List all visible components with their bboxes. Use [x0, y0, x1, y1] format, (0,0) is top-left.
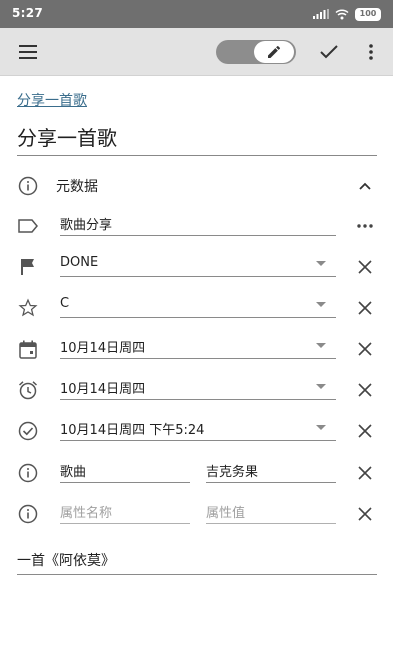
scheduled-value: 10月14日周四	[60, 341, 146, 356]
pencil-icon	[268, 45, 281, 58]
new-property-row: 属性名称 属性值	[0, 493, 393, 534]
close-icon	[358, 342, 372, 356]
deadline-dropdown[interactable]: 10月14日周四	[60, 372, 336, 400]
status-bar: 5:27 100	[0, 0, 393, 28]
more-vert-icon	[369, 44, 373, 60]
metadata-header[interactable]: 元数据	[0, 165, 393, 206]
signal-icon	[313, 9, 329, 19]
tags-field[interactable]: 歌曲分享	[60, 208, 336, 236]
state-dropdown[interactable]: DONE	[60, 249, 336, 277]
remove-new-property-button[interactable]	[354, 503, 376, 525]
more-horiz-icon[interactable]	[354, 215, 376, 237]
tags-row: 歌曲分享	[0, 205, 393, 246]
note-body-input[interactable]: 一首《阿依莫》	[17, 550, 377, 575]
property-value-input[interactable]: 吉克务果	[206, 455, 336, 483]
wifi-icon	[335, 8, 349, 19]
alarm-clock-icon	[17, 379, 39, 401]
breadcrumb-link[interactable]: 分享一首歌	[17, 90, 87, 110]
edit-mode-toggle[interactable]	[216, 40, 296, 64]
check-circle-icon	[17, 420, 39, 442]
battery-icon: 100	[355, 7, 381, 21]
state-row: DONE	[0, 246, 393, 287]
deadline-row: 10月14日周四	[0, 369, 393, 410]
dropdown-arrow-icon	[316, 343, 326, 348]
new-property-value-input[interactable]: 属性值	[206, 496, 336, 524]
note-title-input[interactable]: 分享一首歌	[17, 122, 377, 156]
remove-property-button[interactable]	[354, 462, 376, 484]
close-icon	[358, 507, 372, 521]
close-icon	[358, 301, 372, 315]
property-name-input[interactable]: 歌曲	[60, 455, 190, 483]
priority-value: C	[60, 296, 70, 311]
deadline-value: 10月14日周四	[60, 382, 146, 397]
more-options-button[interactable]	[357, 38, 385, 66]
check-icon	[320, 45, 338, 59]
dropdown-arrow-icon	[316, 302, 326, 307]
close-icon	[358, 260, 372, 274]
tag-icon	[17, 215, 39, 237]
closed-dropdown[interactable]: 10月14日周四 下午5:24	[60, 413, 336, 441]
clear-closed-button[interactable]	[354, 420, 376, 442]
scheduled-row: 10月14日周四	[0, 328, 393, 369]
clear-scheduled-button[interactable]	[354, 338, 376, 360]
status-icons: 100	[313, 7, 381, 21]
star-icon	[17, 297, 39, 319]
save-button[interactable]	[315, 38, 343, 66]
close-icon	[358, 466, 372, 480]
info-icon	[17, 503, 39, 525]
priority-row: C	[0, 287, 393, 328]
closed-row: 10月14日周四 下午5:24	[0, 410, 393, 451]
clear-priority-button[interactable]	[354, 297, 376, 319]
close-icon	[358, 383, 372, 397]
dropdown-arrow-icon	[316, 425, 326, 430]
dropdown-arrow-icon	[316, 261, 326, 266]
chevron-up-icon[interactable]	[354, 175, 376, 197]
dropdown-arrow-icon	[316, 384, 326, 389]
calendar-icon	[17, 338, 39, 360]
app-bar	[0, 28, 393, 76]
scheduled-dropdown[interactable]: 10月14日周四	[60, 331, 336, 359]
priority-dropdown[interactable]: C	[60, 290, 336, 318]
hamburger-menu-icon	[19, 45, 37, 59]
info-icon	[17, 462, 39, 484]
clear-state-button[interactable]	[354, 256, 376, 278]
close-icon	[358, 424, 372, 438]
menu-button[interactable]	[14, 38, 42, 66]
property-row: 歌曲 吉克务果	[0, 452, 393, 493]
status-time: 5:27	[12, 6, 44, 20]
toggle-knob	[254, 41, 294, 63]
new-property-name-input[interactable]: 属性名称	[60, 496, 190, 524]
flag-icon	[17, 256, 39, 278]
metadata-label: 元数据	[56, 179, 98, 195]
info-icon	[17, 175, 39, 197]
state-value: DONE	[60, 255, 99, 270]
closed-value: 10月14日周四 下午5:24	[60, 423, 205, 438]
clear-deadline-button[interactable]	[354, 379, 376, 401]
